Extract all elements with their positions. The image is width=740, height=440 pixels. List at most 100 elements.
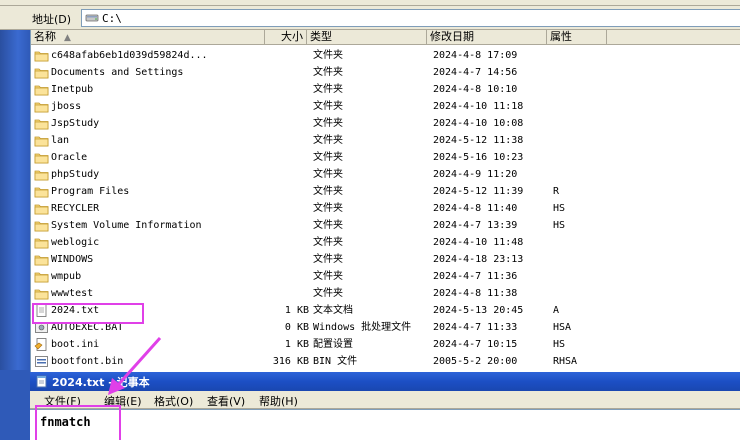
file-row[interactable]: c648afab6eb1d039d59824d... 文件夹 2024-4-8 17… xyxy=(31,47,740,64)
file-name: lan xyxy=(51,135,70,146)
desktop-background-bottom xyxy=(0,370,30,440)
file-row[interactable]: wwwtest 文件夹 2024-4-8 11:38 xyxy=(31,285,740,302)
file-type: 文件夹 xyxy=(313,288,343,299)
column-header-date[interactable]: 修改日期 xyxy=(427,30,547,45)
address-label: 地址(D) xyxy=(32,13,72,26)
file-size xyxy=(261,183,309,200)
file-date: 2024-4-7 11:33 xyxy=(433,322,518,333)
file-date: 2024-4-7 10:15 xyxy=(433,339,518,350)
file-type: 文件夹 xyxy=(313,254,343,265)
file-attributes xyxy=(553,81,613,98)
folder-icon xyxy=(34,219,49,232)
file-type: 文件夹 xyxy=(313,67,343,78)
file-date: 2024-4-10 11:18 xyxy=(433,101,524,112)
file-size xyxy=(261,115,309,132)
file-row[interactable]: Program Files 文件夹 2024-5-12 11:39 R xyxy=(31,183,740,200)
menu-help[interactable]: 帮助(H) xyxy=(259,393,298,409)
file-type: 文件夹 xyxy=(313,135,343,146)
file-size xyxy=(261,234,309,251)
column-header-attributes[interactable]: 属性 xyxy=(547,30,607,45)
file-date: 2024-4-18 23:13 xyxy=(433,254,524,265)
folder-icon xyxy=(34,49,49,62)
file-date: 2024-4-7 13:39 xyxy=(433,220,518,231)
file-type: 文件夹 xyxy=(313,237,343,248)
file-date: 2024-5-16 10:23 xyxy=(433,152,524,163)
column-header-name[interactable]: 名称 ▲ xyxy=(31,30,265,45)
file-attributes xyxy=(553,285,613,302)
file-row[interactable]: Documents and Settings 文件夹 2024-4-7 14:56 xyxy=(31,64,740,81)
file-row[interactable]: JspStudy 文件夹 2024-4-10 10:08 xyxy=(31,115,740,132)
file-row[interactable]: phpStudy 文件夹 2024-4-9 11:20 xyxy=(31,166,740,183)
file-attributes xyxy=(553,234,613,251)
file-size xyxy=(261,200,309,217)
file-name: wwwtest xyxy=(51,288,94,299)
file-size: 316 KB xyxy=(272,356,309,367)
file-size xyxy=(261,98,309,115)
file-size: 0 KB xyxy=(284,322,309,333)
file-date: 2024-4-7 11:36 xyxy=(433,271,518,282)
file-name: jboss xyxy=(51,101,82,112)
folder-icon xyxy=(34,168,49,181)
folder-icon xyxy=(34,185,49,198)
highlight-box-content xyxy=(35,405,121,440)
file-row[interactable]: jboss 文件夹 2024-4-10 11:18 xyxy=(31,98,740,115)
file-type: 文件夹 xyxy=(313,84,343,95)
address-path: C:\ xyxy=(102,12,122,25)
file-date: 2024-4-8 11:38 xyxy=(433,288,518,299)
folder-icon xyxy=(34,202,49,215)
file-row[interactable]: Inetpub 文件夹 2024-4-8 10:10 xyxy=(31,81,740,98)
file-name: wmpub xyxy=(51,271,82,282)
file-size xyxy=(261,132,309,149)
file-size xyxy=(261,285,309,302)
notepad-titlebar[interactable]: 2024.txt - 记事本 xyxy=(30,372,740,391)
file-name: weblogic xyxy=(51,237,100,248)
settings-file-icon xyxy=(34,338,49,351)
bin-file-icon xyxy=(34,355,49,368)
file-attributes xyxy=(553,251,613,268)
menu-view[interactable]: 查看(V) xyxy=(207,393,245,409)
notepad-text-area[interactable]: fnmatch xyxy=(30,409,740,440)
notepad-menubar: 文件(F) 编辑(E) 格式(O) 查看(V) 帮助(H) xyxy=(30,391,740,409)
file-row[interactable]: lan 文件夹 2024-5-12 11:38 xyxy=(31,132,740,149)
file-name: c648afab6eb1d039d59824d... xyxy=(51,50,208,61)
file-name: Oracle xyxy=(51,152,88,163)
file-row[interactable]: WINDOWS 文件夹 2024-4-18 23:13 xyxy=(31,251,740,268)
column-header-size[interactable]: 大小 xyxy=(265,30,307,45)
address-input[interactable]: C:\ xyxy=(81,9,740,27)
drive-icon xyxy=(85,14,99,22)
file-size xyxy=(261,64,309,81)
file-name: bootfont.bin xyxy=(51,356,124,367)
file-date: 2005-5-2 20:00 xyxy=(433,356,518,367)
file-row[interactable]: boot.ini 1 KB 配置设置 2024-4-7 10:15 HS xyxy=(31,336,740,353)
file-type: 文本文档 xyxy=(313,305,353,316)
file-date: 2024-4-9 11:20 xyxy=(433,169,518,180)
file-type: BIN 文件 xyxy=(313,356,358,367)
menu-format[interactable]: 格式(O) xyxy=(154,393,193,409)
file-attributes: RHSA xyxy=(553,356,578,367)
file-row[interactable]: System Volume Information 文件夹 2024-4-7 13:… xyxy=(31,217,740,234)
file-row[interactable]: wmpub 文件夹 2024-4-7 11:36 xyxy=(31,268,740,285)
file-type: 文件夹 xyxy=(313,101,343,112)
file-size: 1 KB xyxy=(284,305,309,316)
column-header-type[interactable]: 类型 xyxy=(307,30,427,45)
file-attributes xyxy=(553,149,613,166)
file-size xyxy=(261,217,309,234)
folder-icon xyxy=(34,134,49,147)
file-name: System Volume Information xyxy=(51,220,202,231)
file-attributes: A xyxy=(553,305,560,316)
file-size xyxy=(261,251,309,268)
file-attributes: HS xyxy=(553,203,566,214)
file-attributes xyxy=(553,166,613,183)
file-attributes xyxy=(553,115,613,132)
file-name: phpStudy xyxy=(51,169,100,180)
file-row[interactable]: bootfont.bin 316 KB BIN 文件 2005-5-2 20:00 RH… xyxy=(31,353,740,370)
file-type: 文件夹 xyxy=(313,220,343,231)
file-row[interactable]: RECYCLER 文件夹 2024-4-8 11:40 HS xyxy=(31,200,740,217)
file-attributes xyxy=(553,132,613,149)
file-row[interactable]: Oracle 文件夹 2024-5-16 10:23 xyxy=(31,149,740,166)
file-row[interactable]: weblogic 文件夹 2024-4-10 11:48 xyxy=(31,234,740,251)
notepad-title: 2024.txt - 记事本 xyxy=(52,376,150,389)
file-date: 2024-5-12 11:38 xyxy=(433,135,524,146)
file-size: 1 KB xyxy=(284,339,309,350)
file-list[interactable]: 名称 ▲ 大小 类型 修改日期 属性 c648afab6eb1d039d59824… xyxy=(30,30,740,372)
